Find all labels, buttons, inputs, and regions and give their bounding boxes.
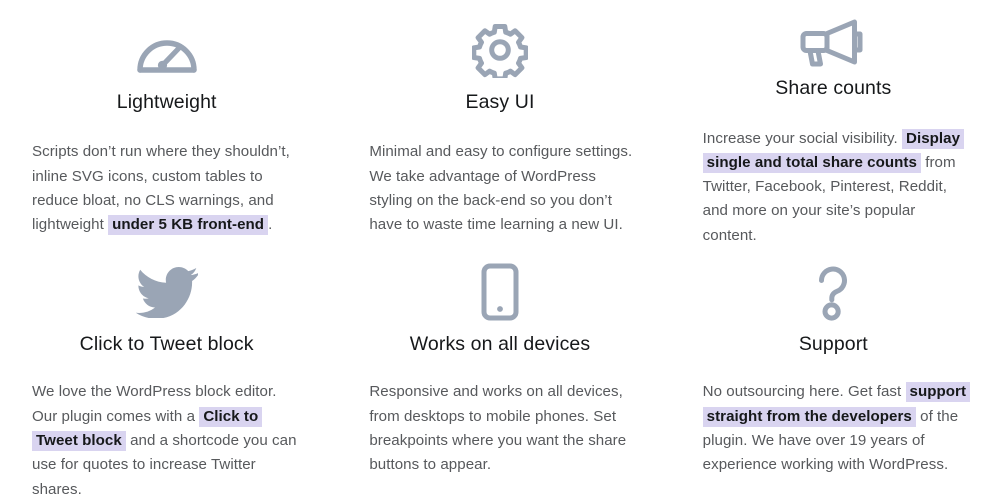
- feature-title: Easy UI: [465, 91, 535, 113]
- feature-body: Minimal and easy to configure settings. …: [369, 143, 633, 234]
- highlighted-phrase: support straight from the developers: [702, 382, 971, 427]
- speedometer-icon: [134, 14, 200, 86]
- feature-title: Support: [798, 333, 868, 355]
- feature-body: Increase your social visibility. Display…: [695, 127, 972, 248]
- twitter-bird-icon: [135, 256, 198, 328]
- feature-card-all-devices: Works on all devices Responsive and work…: [333, 248, 666, 502]
- feature-card-share-counts: Share counts Increase your social visibi…: [667, 0, 1000, 248]
- megaphone-icon: [798, 14, 868, 72]
- feature-card-support: Support No outsourcing here. Get fast su…: [667, 248, 1000, 502]
- question-mark-icon: [810, 256, 856, 328]
- feature-card-click-to-tweet: Click to Tweet block We love the WordPre…: [0, 248, 333, 502]
- highlighted-phrase: under 5 KB front-end: [108, 215, 269, 236]
- highlighted-phrase: Click to Tweet block: [32, 406, 263, 451]
- feature-card-easy-ui: Easy UI Minimal and easy to configure se…: [333, 0, 666, 248]
- feature-body: No outsourcing here. Get fast support st…: [695, 380, 972, 477]
- mobile-phone-icon: [480, 256, 520, 328]
- feature-title: Click to Tweet block: [79, 333, 254, 355]
- feature-body: Scripts don’t run where they shouldn’t, …: [32, 143, 290, 236]
- highlighted-phrase: Display single and total share counts: [702, 128, 965, 173]
- feature-card-lightweight: Lightweight Scripts don’t run where they…: [0, 0, 333, 248]
- feature-body: We love the WordPress block editor. Our …: [32, 383, 297, 498]
- feature-grid: Lightweight Scripts don’t run where they…: [0, 0, 1000, 502]
- feature-title: Share counts: [775, 77, 892, 100]
- gear-icon: [471, 14, 528, 86]
- feature-body: Responsive and works on all devices, fro…: [369, 383, 627, 474]
- feature-title: Lightweight: [116, 91, 217, 113]
- feature-title: Works on all devices: [409, 333, 591, 355]
